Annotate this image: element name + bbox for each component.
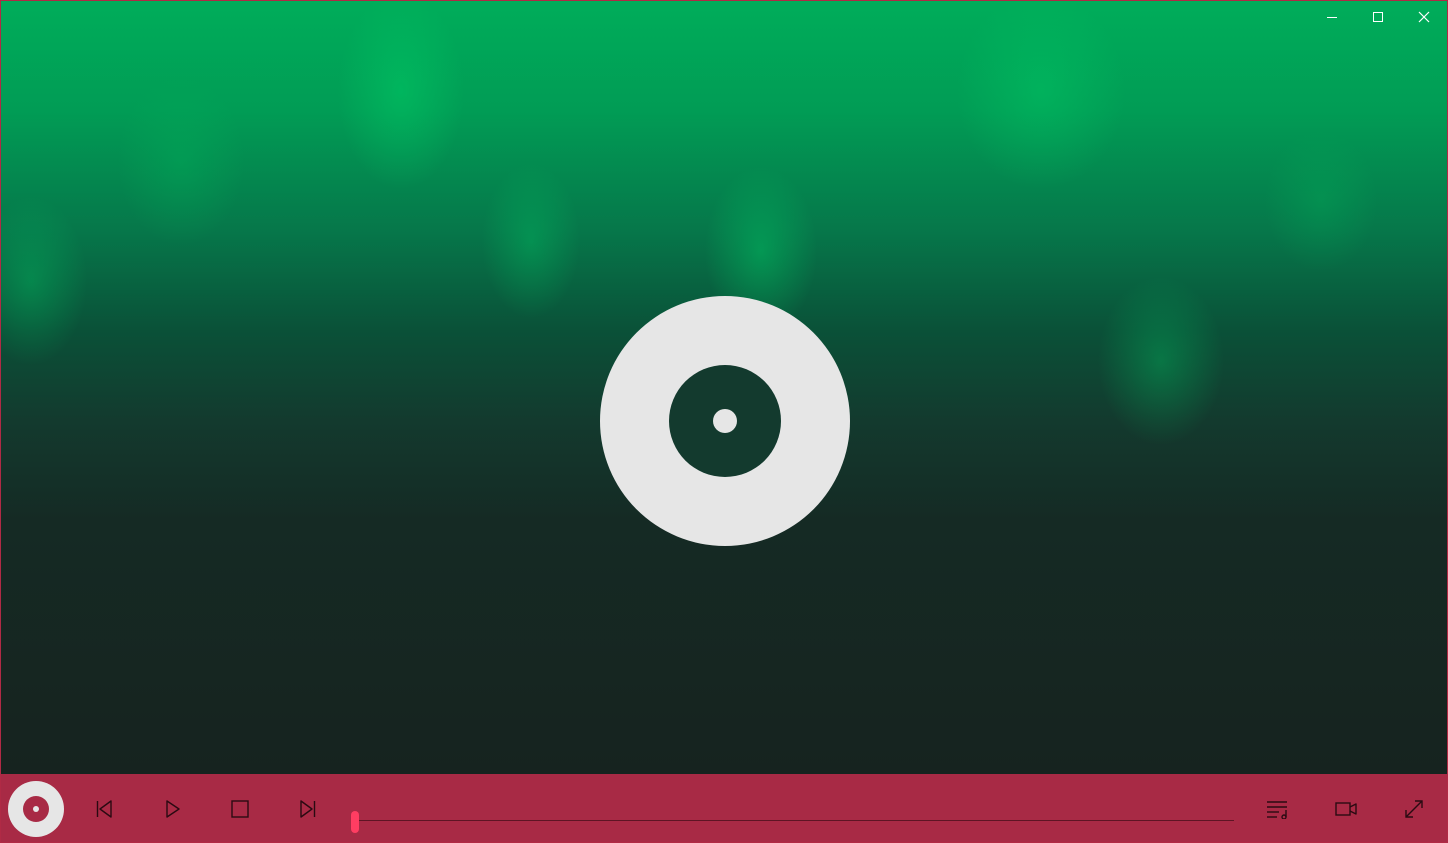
playlist-icon xyxy=(1267,801,1287,819)
close-icon xyxy=(1418,11,1430,23)
minimize-icon xyxy=(1327,17,1337,18)
media-player-window xyxy=(0,0,1448,843)
minimize-button[interactable] xyxy=(1309,1,1355,33)
play-icon xyxy=(166,800,180,818)
next-button[interactable] xyxy=(288,789,328,829)
skip-previous-icon xyxy=(96,800,112,818)
album-disc-icon xyxy=(8,781,64,837)
stop-button[interactable] xyxy=(220,789,260,829)
disc-icon xyxy=(600,296,850,546)
playlist-button[interactable] xyxy=(1258,789,1298,829)
skip-next-icon xyxy=(300,800,316,818)
fullscreen-button[interactable] xyxy=(1394,789,1434,829)
video-camera-icon xyxy=(1335,802,1357,816)
seek-bar-track[interactable] xyxy=(354,820,1234,821)
window-controls xyxy=(1309,1,1447,33)
maximize-button[interactable] xyxy=(1355,1,1401,33)
album-art-button[interactable] xyxy=(7,780,65,838)
video-button[interactable] xyxy=(1326,789,1366,829)
close-button[interactable] xyxy=(1401,1,1447,33)
stop-icon xyxy=(231,800,249,818)
playback-control-bar xyxy=(1,774,1447,842)
fullscreen-icon xyxy=(1405,800,1423,818)
previous-button[interactable] xyxy=(84,789,124,829)
maximize-icon xyxy=(1373,12,1383,22)
play-button[interactable] xyxy=(152,789,192,829)
seek-bar-thumb[interactable] xyxy=(351,811,359,833)
